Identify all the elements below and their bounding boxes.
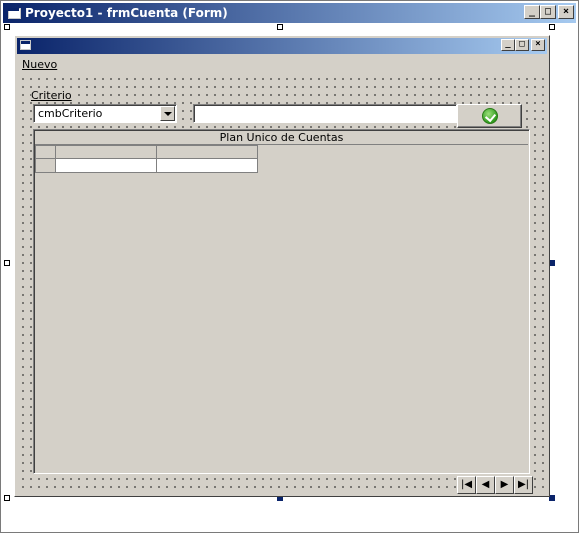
form-icon (6, 6, 22, 20)
designer-title-bar[interactable]: Proyecto1 - frmCuenta (Form) _ □ × (3, 3, 576, 23)
grid-row-selector[interactable] (35, 158, 56, 173)
table-row[interactable] (35, 158, 258, 173)
resize-handle[interactable] (4, 260, 10, 266)
grid-caption: Plan Unico de Cuentas (35, 131, 528, 145)
grid-corner-cell[interactable] (35, 145, 56, 159)
data-grid[interactable]: Plan Unico de Cuentas (33, 129, 530, 474)
grid-column-header[interactable] (156, 145, 258, 159)
grid-cell[interactable] (55, 158, 157, 173)
menu-bar: Nuevo (17, 55, 547, 73)
criterio-label-text: Criterio (31, 89, 72, 102)
resize-handle[interactable] (4, 495, 10, 501)
search-input[interactable] (193, 104, 457, 123)
grid-column-header[interactable] (55, 145, 157, 159)
first-record-icon[interactable]: |◀ (457, 476, 476, 494)
criterio-combobox[interactable]: cmbCriterio (33, 104, 177, 123)
menu-nuevo[interactable]: Nuevo (22, 58, 57, 71)
close-icon[interactable]: × (558, 5, 574, 19)
criterio-label: Criterio (31, 89, 74, 102)
form-icon (20, 40, 31, 50)
resize-handle[interactable] (277, 24, 283, 30)
prev-record-icon[interactable]: ◀ (476, 476, 495, 494)
close-icon[interactable]: × (531, 39, 545, 51)
form-title-bar[interactable]: _ □ × (17, 38, 547, 54)
next-record-icon[interactable]: ▶ (495, 476, 514, 494)
grid-header-row (35, 145, 258, 159)
search-button[interactable] (457, 104, 522, 128)
form-frmcuenta[interactable]: _ □ × Nuevo Criterio cmbCriterio Plan Un… (14, 35, 550, 497)
form-client-area[interactable]: Criterio cmbCriterio Plan Unico de Cuent… (17, 73, 547, 494)
designer-title: Proyecto1 - frmCuenta (Form) (25, 6, 228, 20)
grid-table (35, 145, 258, 173)
maximize-icon[interactable]: □ (540, 5, 556, 19)
resize-handle[interactable] (4, 24, 10, 30)
last-record-icon[interactable]: ▶| (514, 476, 533, 494)
resize-handle[interactable] (549, 24, 555, 30)
maximize-icon[interactable]: □ (515, 39, 529, 51)
minimize-icon[interactable]: _ (524, 5, 540, 19)
checkmark-icon (482, 108, 498, 124)
combo-value: cmbCriterio (38, 107, 103, 120)
dropdown-arrow-icon[interactable] (160, 106, 175, 121)
designer-window: Proyecto1 - frmCuenta (Form) _ □ × _ □ ×… (0, 0, 579, 533)
record-navigator: |◀ ◀ ▶ ▶| (457, 476, 535, 494)
minimize-icon[interactable]: _ (501, 39, 515, 51)
grid-cell[interactable] (156, 158, 258, 173)
